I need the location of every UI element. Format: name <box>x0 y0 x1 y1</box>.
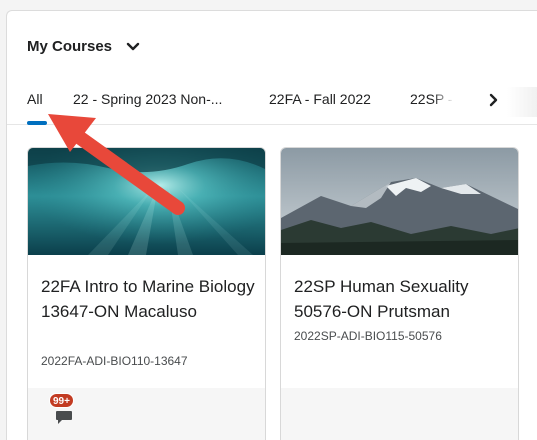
selected-tab-indicator <box>27 121 47 125</box>
course-title[interactable]: 22FA Intro to Marine Biology 13647-ON Ma… <box>41 274 256 324</box>
underwater-sunlight-image <box>28 148 265 255</box>
course-card[interactable]: 22SP Human Sexuality 50576-ON Prutsman 2… <box>280 147 519 440</box>
mountain-landscape-image <box>281 148 518 255</box>
tab-all[interactable]: All <box>27 91 43 107</box>
course-code: 2022FA-ADI-BIO110-13647 <box>41 354 188 368</box>
course-card[interactable]: 22FA Intro to Marine Biology 13647-ON Ma… <box>27 147 266 440</box>
course-title[interactable]: 22SP Human Sexuality 50576-ON Prutsman <box>294 274 509 324</box>
tab-fall-2022[interactable]: 22FA - Fall 2022 <box>269 91 371 107</box>
notification-badge: 99+ <box>49 393 74 408</box>
card-footer <box>281 388 518 440</box>
course-code: 2022SP-ADI-BIO115-50576 <box>294 329 442 343</box>
notifications-button[interactable]: 99+ <box>49 393 81 429</box>
tab-spring-2022[interactable]: 22SP - Spring 2022 <box>410 91 454 107</box>
widget-header: My Courses <box>27 38 141 55</box>
course-tabs: All 22 - Spring 2023 Non-... 22FA - Fall… <box>7 81 537 125</box>
chevron-down-icon[interactable] <box>125 39 141 55</box>
widget-title: My Courses <box>27 38 113 55</box>
chat-icon <box>55 410 73 431</box>
tab-spring-2023[interactable]: 22 - Spring 2023 Non-... <box>73 91 222 107</box>
tabs-scroll-fade <box>507 87 537 117</box>
my-courses-widget: My Courses All 22 - Spring 2023 Non-... … <box>6 10 537 440</box>
chevron-right-icon[interactable] <box>485 89 503 111</box>
